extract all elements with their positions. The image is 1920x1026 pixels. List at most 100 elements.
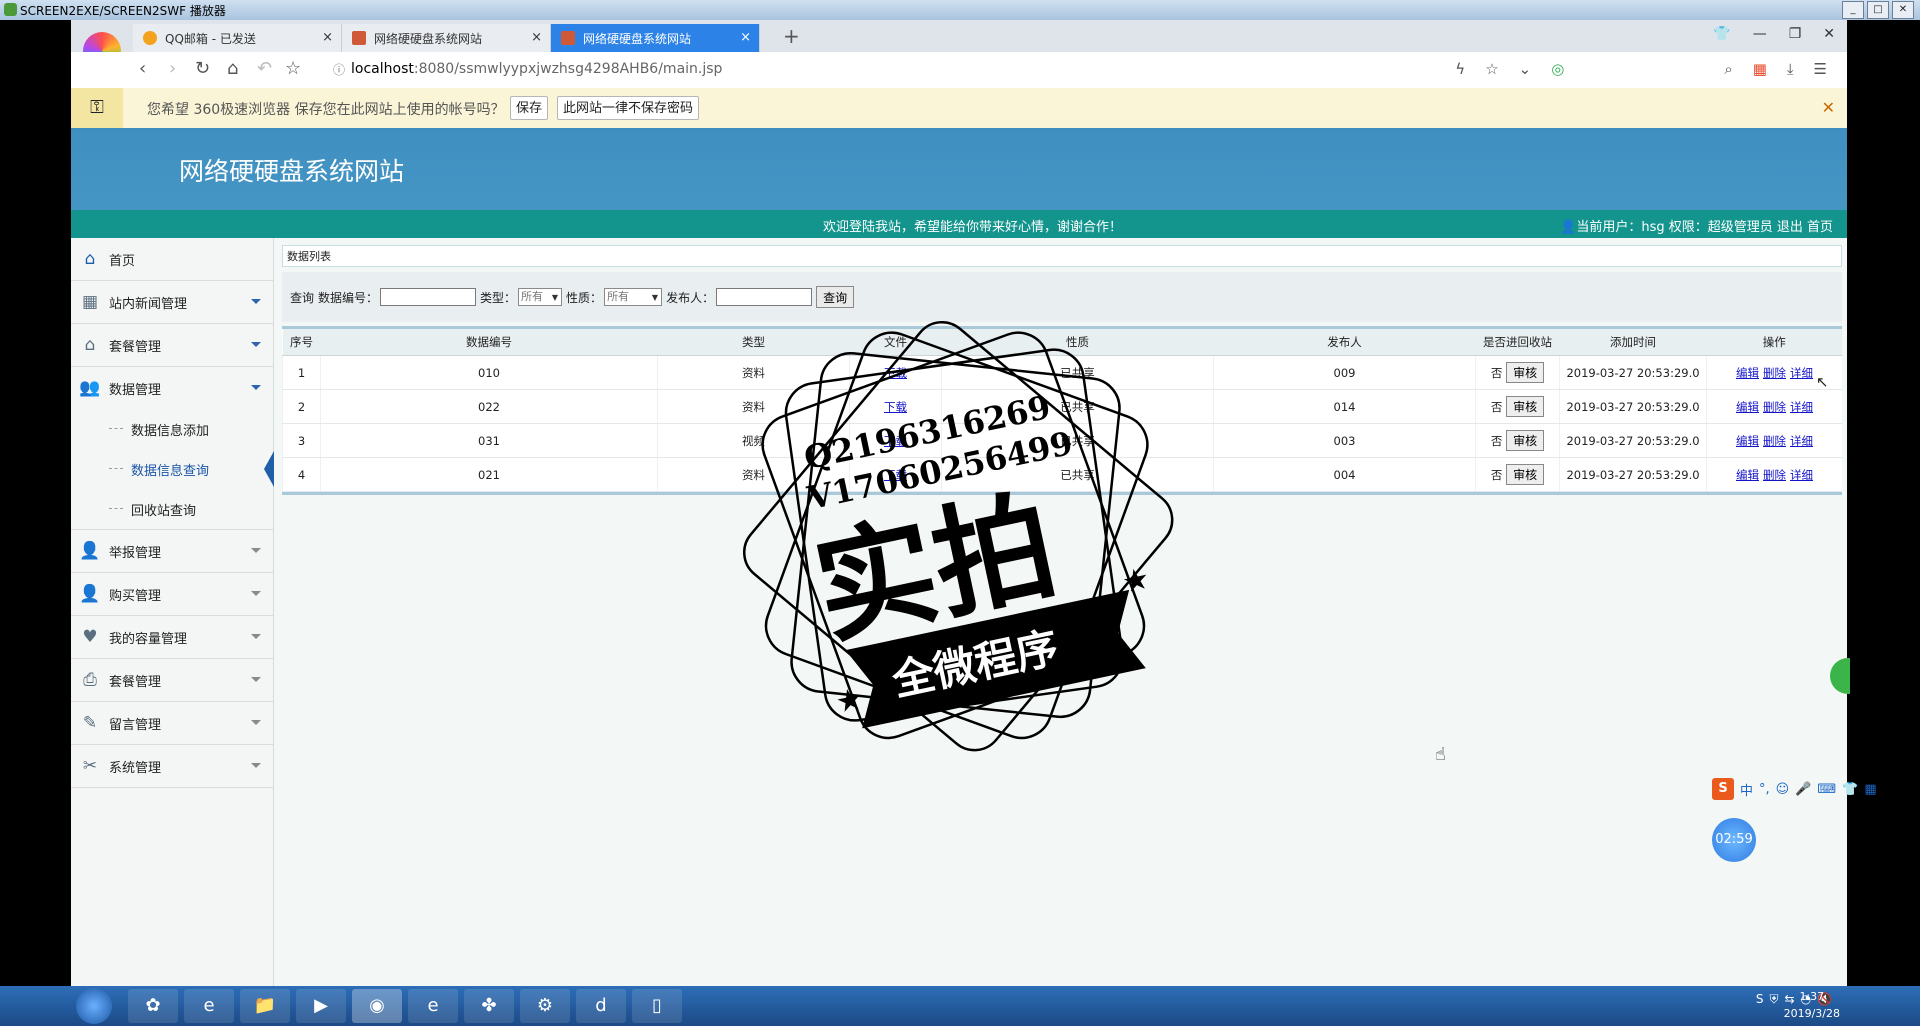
ie-green-icon[interactable]: e (408, 989, 458, 1023)
bookmark-star-icon[interactable]: ☆ (285, 58, 301, 79)
sidebar-item-message[interactable]: ✎ 留言管理 (71, 702, 273, 745)
sidebar-item-package-2[interactable]: ⎙ 套餐管理 (71, 659, 273, 702)
chevron-down-icon[interactable]: ⌄ (1519, 60, 1532, 78)
home-icon[interactable]: ⌂ (227, 58, 238, 79)
download-link[interactable]: 下载 (884, 366, 907, 380)
mouse-cursor-icon: ↖ (1816, 373, 1829, 391)
folder-icon[interactable]: 📁 (240, 989, 290, 1023)
address-bar[interactable]: ⓘ localhost:8080/ssmwlyypxjwzhsg4298AHB6… (333, 58, 1573, 80)
forward-icon[interactable]: › (169, 58, 176, 79)
sidebar-item-data[interactable]: 👥 数据管理 (71, 367, 273, 409)
tab-close-icon[interactable]: × (322, 30, 333, 45)
download-link[interactable]: 下载 (884, 468, 907, 482)
lightning-icon[interactable]: ϟ (1455, 60, 1465, 78)
user-info[interactable]: 👤当前用户：hsg 权限：超级管理员 退出 首页 (1560, 216, 1833, 235)
edit-link[interactable]: 编辑 (1736, 468, 1759, 482)
edit-link[interactable]: 编辑 (1736, 434, 1759, 448)
tab-close-icon[interactable]: × (740, 30, 751, 45)
detail-link[interactable]: 详细 (1790, 434, 1813, 448)
recording-timer[interactable]: 02:59 (1712, 818, 1756, 862)
search-button[interactable]: 查询 (816, 286, 855, 308)
download-link[interactable]: 下载 (884, 434, 907, 448)
tab-site-1[interactable]: 网络硬硬盘系统网站 × (342, 24, 551, 52)
dreamweaver-icon[interactable]: d (576, 989, 626, 1023)
sidebar-item-package[interactable]: ⌂ 套餐管理 (71, 324, 273, 367)
download-link[interactable]: 下载 (884, 400, 907, 414)
start-button[interactable] (76, 988, 112, 1024)
sogou-ime-icon[interactable]: S (1712, 778, 1734, 800)
minimize-icon[interactable]: _ (1842, 1, 1864, 19)
emoji-icon[interactable]: ☺ (1776, 782, 1790, 797)
delete-link[interactable]: 删除 (1763, 366, 1786, 380)
tab-close-icon[interactable]: × (531, 30, 542, 45)
tab-site-2-active[interactable]: 网络硬硬盘系统网站 × (551, 24, 760, 52)
refresh-icon[interactable]: ↻ (195, 58, 210, 79)
tab-qqmail[interactable]: QQ邮箱 - 已发送 × (133, 24, 342, 52)
never-save-password-button[interactable]: 此网站一律不保存密码 (557, 96, 700, 120)
sidebar-subitem-data-add[interactable]: 数据信息添加 (71, 409, 273, 449)
delete-link[interactable]: 删除 (1763, 434, 1786, 448)
undo-icon[interactable]: ↶ (257, 58, 272, 79)
welcome-message: 欢迎登陆我站，希望能给你带来好心情，谢谢合作！ (823, 220, 1123, 235)
sidebar-subitem-data-query[interactable]: 数据信息查询 (71, 449, 274, 489)
sidebar-item-news[interactable]: ▦ 站内新闻管理 (71, 281, 273, 324)
sidebar-item-report[interactable]: 👤 举报管理 (71, 530, 273, 573)
password-save-message: 您希望 360极速浏览器 保存您在此网站上使用的帐号吗？ (147, 102, 505, 118)
app-icon-colorful[interactable]: ✿ (128, 989, 178, 1023)
grid-icon[interactable]: ▦ (1864, 782, 1876, 797)
sidebar-item-purchase[interactable]: 👤 购买管理 (71, 573, 273, 616)
ie-icon[interactable]: e (184, 989, 234, 1023)
edit-link[interactable]: 编辑 (1736, 400, 1759, 414)
game-icon[interactable]: ⚙ (520, 989, 570, 1023)
data-number: 021 (320, 457, 658, 492)
microphone-icon[interactable]: 🎤 (1795, 782, 1811, 797)
nature-select[interactable]: 所有 ▼ (604, 288, 663, 306)
edit-link[interactable]: 编辑 (1736, 366, 1759, 380)
shirt-icon[interactable]: 👕 (1713, 26, 1730, 42)
restore-icon[interactable]: ❐ (1789, 26, 1802, 42)
type-select[interactable]: 所有 ▼ (518, 288, 563, 306)
sidebar-item-home[interactable]: ⌂ 首页 (71, 238, 273, 281)
audit-button[interactable]: 审核 (1506, 464, 1545, 485)
favorite-star-icon[interactable]: ☆ (1485, 60, 1498, 78)
audit-button[interactable]: 审核 (1506, 396, 1545, 417)
download-icon[interactable]: ⤓ (1787, 60, 1794, 78)
audit-button[interactable]: 审核 (1506, 362, 1545, 383)
punctuation-icon[interactable]: °, (1759, 782, 1770, 797)
close-icon[interactable]: ✕ (1892, 1, 1914, 19)
search-engine-icon[interactable]: ◎ (1551, 60, 1564, 78)
ime-mode[interactable]: 中 (1740, 780, 1753, 799)
delete-link[interactable]: 删除 (1763, 400, 1786, 414)
shield-icon[interactable]: ⛨ (1769, 992, 1778, 1007)
browser-360-icon[interactable]: ◉ (352, 989, 402, 1023)
sogou-tray-icon[interactable]: S (1756, 992, 1764, 1007)
green-app-icon[interactable]: ✤ (464, 989, 514, 1023)
sidebar-item-system[interactable]: ✂ 系统管理 (71, 745, 273, 788)
minimize-icon[interactable]: — (1753, 26, 1767, 42)
document-icon[interactable]: ▯ (632, 989, 682, 1023)
search-icon[interactable]: ⌕ (1724, 60, 1732, 78)
taskbar-clock[interactable]: 1:37 2019/3/28 (1784, 988, 1840, 1022)
keyboard-icon[interactable]: ⌨ (1817, 782, 1836, 797)
close-icon[interactable]: ✕ (1823, 26, 1835, 42)
close-icon[interactable]: ✕ (1822, 98, 1835, 117)
back-icon[interactable]: ‹ (139, 58, 146, 79)
delete-link[interactable]: 删除 (1763, 468, 1786, 482)
skin-icon[interactable]: 👕 (1842, 782, 1858, 797)
maximize-icon[interactable]: □ (1867, 1, 1889, 19)
new-tab-icon[interactable]: + (783, 24, 800, 48)
chevron-down-icon (251, 342, 261, 347)
detail-link[interactable]: 详细 (1790, 400, 1813, 414)
sidebar-item-capacity[interactable]: ♥ 我的容量管理 (71, 616, 273, 659)
data-number-input[interactable] (380, 288, 477, 306)
menu-icon[interactable]: ☰ (1814, 60, 1827, 78)
sidebar-subitem-recycle[interactable]: 回收站查询 (71, 489, 273, 530)
detail-link[interactable]: 详细 (1790, 468, 1813, 482)
audit-button[interactable]: 审核 (1506, 430, 1545, 451)
save-password-button[interactable]: 保存 (510, 96, 549, 120)
detail-link[interactable]: 详细 (1790, 366, 1813, 380)
publisher-input[interactable] (716, 288, 813, 306)
apps-icon[interactable]: ▦ (1753, 60, 1767, 78)
page-info-icon[interactable]: ⓘ (333, 61, 345, 78)
media-player-icon[interactable]: ▶ (296, 989, 346, 1023)
